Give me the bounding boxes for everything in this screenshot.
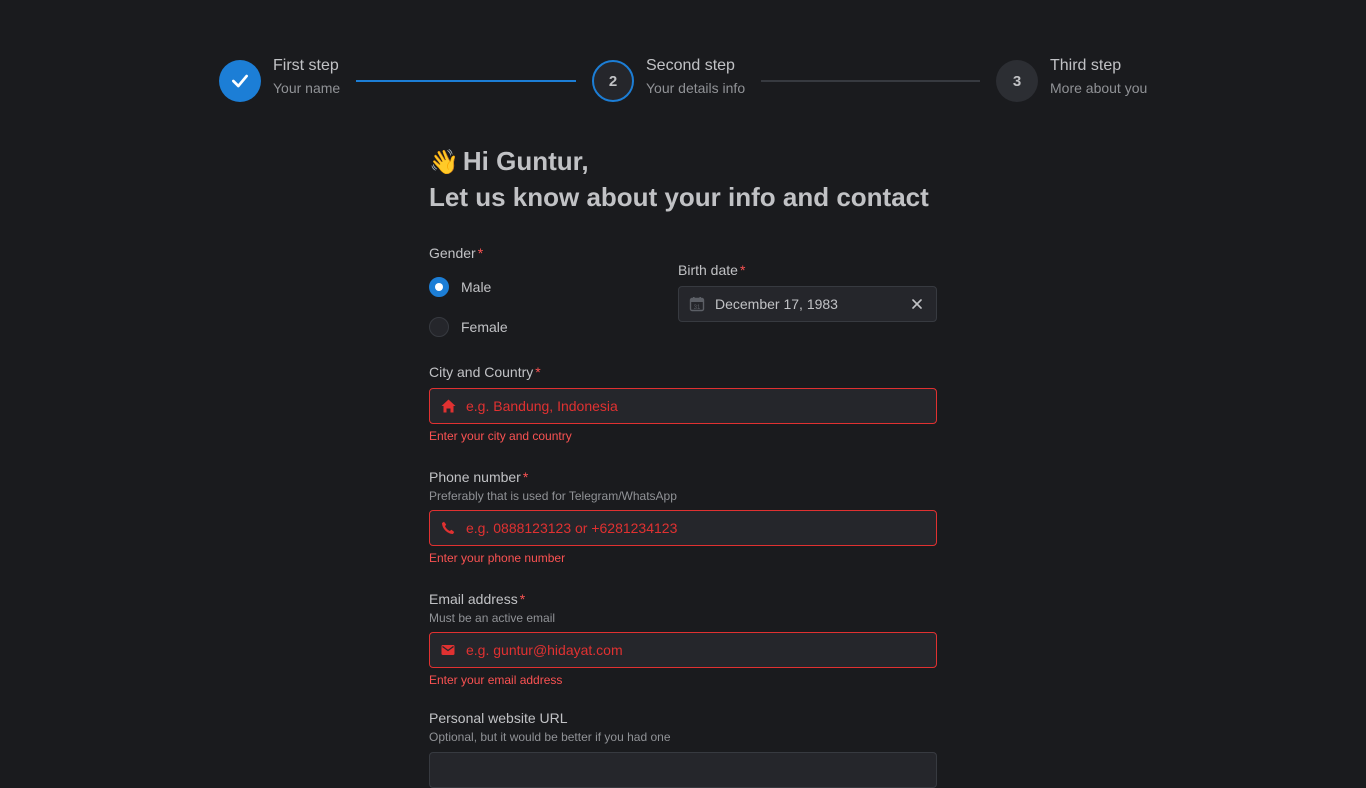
website-description: Optional, but it would be better if you … xyxy=(429,730,671,744)
waving-hand-icon: 👋 xyxy=(429,149,459,176)
phone-label: Phone number * xyxy=(429,468,937,486)
radio-male[interactable]: Male xyxy=(429,277,669,297)
required-mark: * xyxy=(522,469,529,485)
phone-icon xyxy=(440,520,456,536)
email-input[interactable] xyxy=(466,633,936,667)
gender-group: Gender * Male Female xyxy=(429,244,669,337)
radio-female[interactable]: Female xyxy=(429,317,669,337)
email-label-text: Email address xyxy=(429,591,518,607)
birth-date-value: December 17, 1983 xyxy=(715,296,838,312)
step-description: More about you xyxy=(1050,80,1148,96)
step-first[interactable]: First step Your name xyxy=(219,57,341,102)
birth-date-label-text: Birth date xyxy=(678,262,738,278)
phone-input[interactable] xyxy=(466,511,936,545)
step-connector xyxy=(356,80,576,82)
stepper: First step Your name 2 Second step Your … xyxy=(219,57,1149,102)
website-label: Personal website URL xyxy=(429,710,568,726)
city-field: City and Country* Enter your city and co… xyxy=(429,363,937,444)
email-description: Must be an active email xyxy=(429,611,556,625)
phone-input-wrapper[interactable] xyxy=(429,510,937,546)
greeting-line-2: Let us know about your info and contact xyxy=(429,182,929,212)
step-description: Your details info xyxy=(646,80,746,96)
city-input[interactable] xyxy=(466,389,936,423)
step-title: Second step xyxy=(646,57,735,74)
details-form: 👋 Hi Guntur, Let us know about your info … xyxy=(429,144,937,788)
city-label: City and Country * xyxy=(429,363,937,381)
step-second[interactable]: 2 Second step Your details info xyxy=(592,57,746,102)
email-error: Enter your email address xyxy=(429,673,563,687)
step-number-circle: 3 xyxy=(996,60,1038,102)
city-error: Enter your city and country xyxy=(429,429,572,443)
birth-date-label: Birth date * xyxy=(678,261,937,279)
step-connector xyxy=(761,80,980,82)
step-title: First step xyxy=(273,57,339,74)
radio-button[interactable] xyxy=(429,277,449,297)
step-title: Third step xyxy=(1050,57,1122,74)
phone-description: Preferably that is used for Telegram/Wha… xyxy=(429,489,677,503)
radio-label: Male xyxy=(461,279,492,295)
email-field: Email address * Must be an active email E… xyxy=(429,590,937,688)
required-mark: * xyxy=(477,245,484,261)
city-input-wrapper[interactable] xyxy=(429,388,937,424)
city-label-text: City and Country xyxy=(429,364,534,380)
home-icon xyxy=(440,398,456,414)
required-mark: * xyxy=(519,591,526,607)
svg-text:31: 31 xyxy=(694,305,701,311)
calendar-icon: 31 xyxy=(689,297,705,312)
radio-label: Female xyxy=(461,319,508,335)
birth-date-picker[interactable]: 31 December 17, 1983 xyxy=(678,286,937,322)
email-label: Email address * xyxy=(429,590,937,608)
radio-button[interactable] xyxy=(429,317,449,337)
close-icon xyxy=(912,299,922,309)
website-field: Personal website URL Optional, but it wo… xyxy=(429,709,937,788)
gender-label-text: Gender xyxy=(429,245,476,261)
required-mark: * xyxy=(739,262,746,278)
page-title: 👋 Hi Guntur, Let us know about your info … xyxy=(429,144,937,215)
step-completed-circle xyxy=(219,60,261,102)
greeting-line-1: Hi Guntur, xyxy=(462,146,589,176)
email-input-wrapper[interactable] xyxy=(429,632,937,668)
phone-label-text: Phone number xyxy=(429,469,521,485)
phone-field: Phone number * Preferably that is used fo… xyxy=(429,468,937,566)
mail-icon xyxy=(440,642,456,658)
clear-date-button[interactable] xyxy=(908,295,926,313)
required-mark: * xyxy=(535,364,541,380)
step-third[interactable]: 3 Third step More about you xyxy=(996,57,1148,102)
gender-label: Gender * xyxy=(429,244,669,262)
gender-birth-row: Gender * Male Female Birth date * 31 Dec… xyxy=(429,244,937,344)
phone-error: Enter your phone number xyxy=(429,551,566,565)
check-icon xyxy=(232,74,248,88)
birth-date-group: Birth date * 31 December 17, 1983 xyxy=(678,261,937,322)
step-description: Your name xyxy=(273,80,341,96)
step-number-circle: 2 xyxy=(592,60,634,102)
website-input-wrapper[interactable] xyxy=(429,752,937,788)
